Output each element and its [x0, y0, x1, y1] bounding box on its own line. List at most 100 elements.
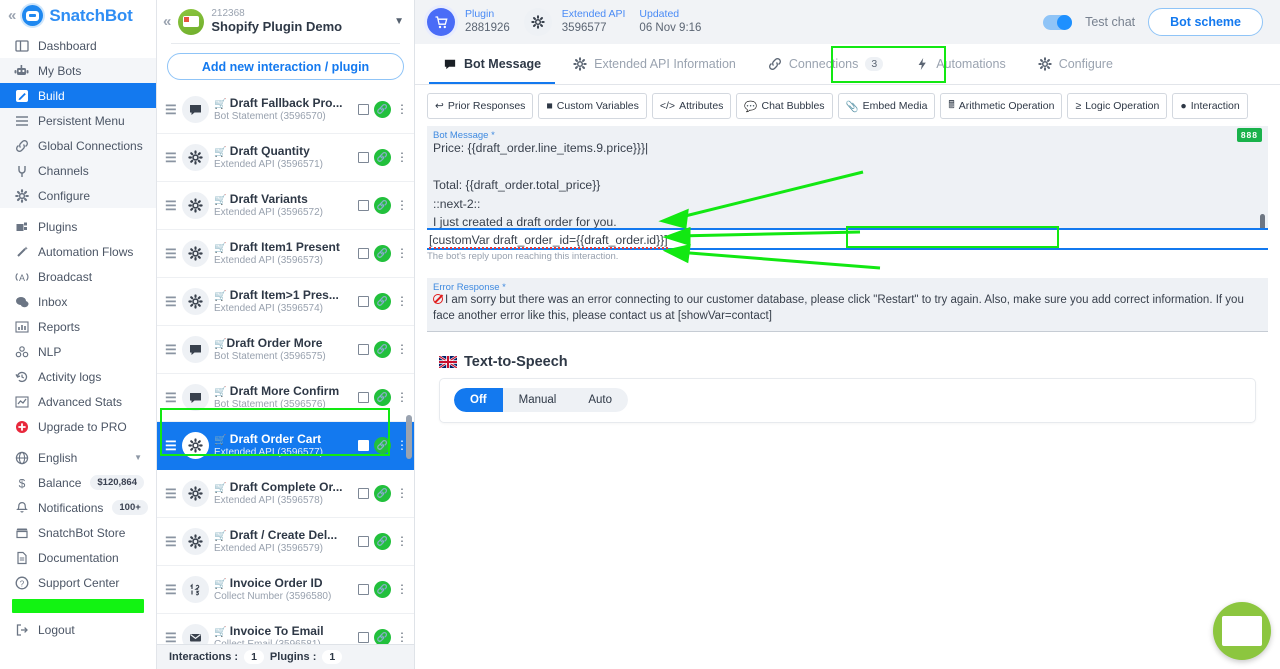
row-checkbox[interactable] [358, 200, 369, 211]
drag-handle-icon[interactable]: ☰ [165, 295, 177, 308]
row-checkbox[interactable] [358, 536, 369, 547]
arithmetic-operation-button[interactable]: 🖩 Arithmetic Operation [940, 93, 1063, 119]
row-checkbox[interactable] [358, 344, 369, 355]
drag-handle-icon[interactable]: ☰ [165, 487, 177, 500]
row-menu-icon[interactable]: ⋮ [396, 343, 408, 355]
row-menu-icon[interactable]: ⋮ [396, 391, 408, 403]
link-icon[interactable]: 🔗 [374, 101, 391, 118]
sidebar-item-reports[interactable]: Reports [0, 314, 156, 339]
sidebar-item-language[interactable]: English ▼ [0, 445, 156, 470]
drag-handle-icon[interactable]: ☰ [165, 391, 177, 404]
tab-bot-message[interactable]: Bot Message [427, 44, 557, 84]
link-icon[interactable]: 🔗 [374, 581, 391, 598]
error-response-field[interactable]: Error Response * I am sorry but there wa… [427, 278, 1268, 332]
drag-handle-icon[interactable]: ☰ [165, 583, 177, 596]
list-item[interactable]: ☰ 🛒 Draft Item1 Present Extended API (35… [157, 230, 414, 278]
error-response-value[interactable]: I am sorry but there was an error connec… [433, 294, 1244, 322]
row-menu-icon[interactable]: ⋮ [396, 583, 408, 595]
drag-handle-icon[interactable]: ☰ [165, 247, 177, 260]
tts-option-off[interactable]: Off [454, 388, 503, 413]
sidebar-item-inbox[interactable]: Inbox [0, 289, 156, 314]
sidebar-item-support-center[interactable]: ? Support Center [0, 570, 156, 595]
tts-option-auto[interactable]: Auto [572, 388, 628, 413]
sidebar-item-global-connections[interactable]: Global Connections [0, 133, 156, 158]
row-checkbox[interactable] [358, 248, 369, 259]
link-icon[interactable]: 🔗 [374, 197, 391, 214]
drag-handle-icon[interactable]: ☰ [165, 199, 177, 212]
tab-extended-api-information[interactable]: Extended API Information [557, 44, 752, 84]
drag-handle-icon[interactable]: ☰ [165, 535, 177, 548]
link-icon[interactable]: 🔗 [374, 245, 391, 262]
tab-automations[interactable]: Automations [899, 44, 1021, 84]
embed-media-button[interactable]: 📎 Embed Media [837, 93, 936, 119]
drag-handle-icon[interactable]: ☰ [165, 631, 177, 644]
link-icon[interactable]: 🔗 [374, 437, 391, 454]
list-item-selected[interactable]: ☰ 🛒 Draft Order Cart Extended API (35965… [157, 422, 414, 470]
row-checkbox[interactable] [358, 152, 369, 163]
row-checkbox[interactable] [358, 584, 369, 595]
link-icon[interactable]: 🔗 [374, 533, 391, 550]
sidebar-item-advanced-stats[interactable]: Advanced Stats [0, 389, 156, 414]
sidebar-item-balance[interactable]: $ Balance $120,864 [0, 470, 156, 495]
prior-responses-button[interactable]: ↩ Prior Responses [427, 93, 534, 119]
list-item[interactable]: ☰ 🛒 Draft Fallback Pro... Bot Statement … [157, 86, 414, 134]
custom-variables-button[interactable]: ■ Custom Variables [538, 93, 647, 119]
list-item[interactable]: ☰ 🛒 Draft Variants Extended API (3596572… [157, 182, 414, 230]
sidebar-item-my-bots[interactable]: My Bots [0, 58, 156, 83]
list-item[interactable]: ☰ 🛒 Invoice Order ID Collect Number (359… [157, 566, 414, 614]
chat-widget-icon[interactable] [1213, 602, 1271, 660]
sidebar-item-persistent-menu[interactable]: Persistent Menu [0, 108, 156, 133]
row-menu-icon[interactable]: ⋮ [396, 199, 408, 211]
tab-connections[interactable]: Connections 3 [752, 44, 899, 84]
list-item[interactable]: ☰ 🛒 Draft / Create Del... Extended API (… [157, 518, 414, 566]
row-menu-icon[interactable]: ⋮ [396, 631, 408, 643]
row-checkbox[interactable] [358, 392, 369, 403]
list-item[interactable]: ☰ 🛒Draft Order More Bot Statement (35965… [157, 326, 414, 374]
list-scrollbar-thumb[interactable] [406, 415, 412, 459]
list-item[interactable]: ☰ 🛒 Invoice To Email Collect Email (3596… [157, 614, 414, 644]
row-checkbox[interactable] [358, 440, 369, 451]
row-menu-icon[interactable]: ⋮ [396, 103, 408, 115]
interaction-rows[interactable]: ☰ 🛒 Draft Fallback Pro... Bot Statement … [157, 86, 414, 644]
chat-bubbles-button[interactable]: 💬 Chat Bubbles [736, 93, 833, 119]
bot-dropdown-chevron-icon[interactable]: ▼ [394, 16, 404, 27]
sidebar-item-plugins[interactable]: Plugins [0, 214, 156, 239]
drag-handle-icon[interactable]: ☰ [165, 343, 177, 356]
row-checkbox[interactable] [358, 296, 369, 307]
sidebar-item-automation-flows[interactable]: Automation Flows [0, 239, 156, 264]
link-icon[interactable]: 🔗 [374, 149, 391, 166]
row-menu-icon[interactable]: ⋮ [396, 151, 408, 163]
drag-handle-icon[interactable]: ☰ [165, 103, 177, 116]
link-icon[interactable]: 🔗 [374, 389, 391, 406]
row-menu-icon[interactable]: ⋮ [396, 487, 408, 499]
link-icon[interactable]: 🔗 [374, 293, 391, 310]
link-icon[interactable]: 🔗 [374, 341, 391, 358]
custom-variable-line[interactable]: [customVar draft_order_id={{draft_order.… [427, 232, 1268, 250]
sidebar-item-logout[interactable]: Logout [0, 617, 156, 642]
list-item[interactable]: ☰ 🛒 Draft Item>1 Pres... Extended API (3… [157, 278, 414, 326]
tts-mode-segmented-control[interactable]: Off Manual Auto [454, 388, 628, 413]
sidebar-item-activity-logs[interactable]: Activity logs [0, 364, 156, 389]
drag-handle-icon[interactable]: ☰ [165, 439, 177, 452]
list-collapse-icon[interactable]: « [163, 13, 171, 30]
sidebar-item-notifications[interactable]: Notifications 100+ [0, 495, 156, 520]
sidebar-item-store[interactable]: SnatchBot Store [0, 520, 156, 545]
list-item[interactable]: ☰ 🛒 Draft Quantity Extended API (3596571… [157, 134, 414, 182]
sidebar-item-configure[interactable]: Configure [0, 183, 156, 208]
bot-message-value[interactable]: Price: {{draft_order.line_items.9.price}… [433, 139, 1258, 228]
row-checkbox[interactable] [358, 104, 369, 115]
sidebar-item-nlp[interactable]: NLP [0, 339, 156, 364]
row-checkbox[interactable] [358, 488, 369, 499]
link-icon[interactable]: 🔗 [374, 629, 391, 644]
textarea-scrollbar-thumb[interactable] [1260, 214, 1265, 228]
link-icon[interactable]: 🔗 [374, 485, 391, 502]
list-item[interactable]: ☰ 🛒 Draft Complete Or... Extended API (3… [157, 470, 414, 518]
list-item[interactable]: ☰ 🛒 Draft More Confirm Bot Statement (35… [157, 374, 414, 422]
logic-operation-button[interactable]: ≥ Logic Operation [1067, 93, 1168, 119]
sidebar-item-broadcast[interactable]: A Broadcast [0, 264, 156, 289]
sidebar-collapse-icon[interactable]: « [8, 8, 16, 23]
sidebar-item-dashboard[interactable]: Dashboard [0, 33, 156, 58]
row-menu-icon[interactable]: ⋮ [396, 535, 408, 547]
drag-handle-icon[interactable]: ☰ [165, 151, 177, 164]
bot-message-field[interactable]: Bot Message * Price: {{draft_order.line_… [427, 126, 1268, 230]
